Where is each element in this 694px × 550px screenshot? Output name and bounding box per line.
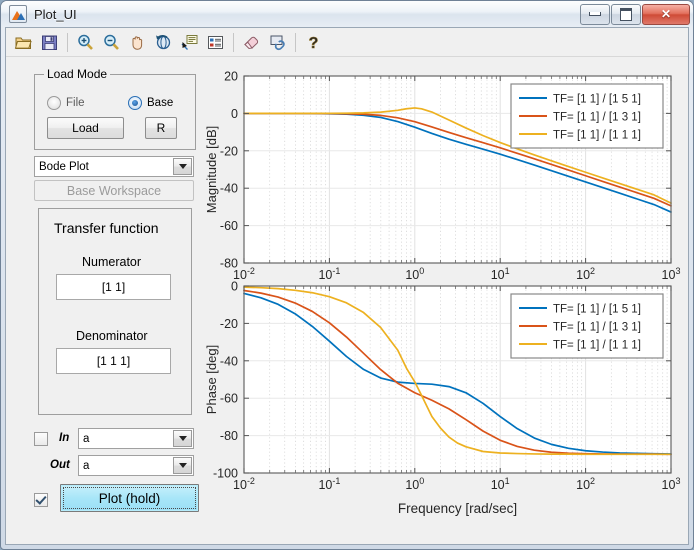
plot-area: 10-2 10-1 100 101 102 103 20 0 -20 -40 -60 -80 Magni… [199,58,686,542]
focus-outline [63,487,196,509]
r-button[interactable]: R [145,117,177,139]
plot-type-select[interactable]: Bode Plot [34,156,194,177]
phase-legend: TF= [1 1] / [1 5 1] TF= [1 1] / [1 3 1] TF… [510,293,664,359]
maximize-button[interactable] [611,3,641,25]
svg-text:-40: -40 [220,354,238,368]
legend-label: TF= [1 1] / [1 1 1] [553,340,641,352]
base-workspace-button: Base Workspace [34,180,194,201]
phase-ylabel: Phase [deg] [204,345,219,414]
rotate-3d-icon[interactable] [151,30,176,55]
out-select-value: a [83,459,90,472]
link-data-icon[interactable] [265,30,290,55]
magnitude-legend: TF= [1 1] / [1 5 1] TF= [1 1] / [1 3 1] TF… [510,83,664,149]
application-window: Plot_UI ✕ ? Load Mode File Base Load R B… [0,0,694,550]
data-cursor-icon[interactable] [177,30,202,55]
figure-toolbar: ? [6,28,688,57]
svg-text:-20: -20 [220,317,238,331]
svg-text:-60: -60 [220,219,238,233]
close-icon: ✕ [660,7,672,21]
svg-text:-80: -80 [220,257,238,271]
app-logo-icon [9,5,27,23]
svg-text:103: 103 [662,266,681,282]
save-icon[interactable] [37,30,62,55]
svg-text:101: 101 [491,266,510,282]
toolbar-separator [233,32,234,52]
numerator-input[interactable]: [1 1] [56,274,171,300]
svg-text:101: 101 [491,476,510,492]
in-checkbox[interactable] [34,432,48,446]
phase-axes: 10-2 10-1 100 101 102 1030-20-40-60-80-100Pha… [204,280,680,517]
svg-text:?: ? [309,35,319,52]
svg-text:100: 100 [405,476,424,492]
radio-base[interactable]: Base [128,96,173,110]
bode-plot-svg: 10-2 10-1 100 101 102 103200-20-40-60-80Magni… [204,70,680,517]
toolbar-separator [67,32,68,52]
legend-label: TF= [1 1] / [1 5 1] [553,94,641,106]
hold-checkbox[interactable] [34,493,48,507]
window-title: Plot_UI [34,6,77,22]
radio-base-label: Base [147,97,174,109]
radio-file-label: File [66,97,85,109]
toolbar-separator [295,32,296,52]
plot-type-value: Bode Plot [39,160,89,173]
title-bar: Plot_UI ✕ [1,1,693,27]
svg-text:102: 102 [576,476,595,492]
minimize-button[interactable] [580,3,610,25]
maximize-icon [620,7,632,21]
radio-file-indicator [47,96,61,110]
magnitude-axes: 10-2 10-1 100 101 102 103200-20-40-60-80Magni… [204,70,680,283]
in-select-value: a [83,432,90,445]
legend-label: TF= [1 1] / [1 3 1] [553,322,641,334]
plot-hold-button[interactable]: Plot (hold) [60,484,199,512]
denominator-label: Denominator [76,329,148,343]
window-controls: ✕ [579,3,690,25]
brush-icon[interactable] [239,30,264,55]
svg-text:102: 102 [576,266,595,282]
transfer-function-title: Transfer function [54,220,159,236]
svg-text:0: 0 [231,280,238,294]
svg-text:-20: -20 [220,144,238,158]
svg-text:103: 103 [662,476,681,492]
svg-text:-100: -100 [213,467,238,481]
svg-text:0: 0 [231,107,238,121]
phase-xlabel: Frequency [rad/sec] [398,501,517,516]
in-select[interactable]: a [78,428,194,449]
svg-text:20: 20 [224,70,238,84]
legend-icon[interactable] [203,30,228,55]
zoom-out-icon[interactable] [99,30,124,55]
pan-icon[interactable] [125,30,150,55]
zoom-in-icon[interactable] [73,30,98,55]
transfer-function-group [38,208,192,415]
svg-text:10-1: 10-1 [318,476,340,492]
in-label: In [59,432,70,444]
minimize-icon [589,12,601,16]
denominator-input[interactable]: [1 1 1] [56,348,171,374]
chevron-down-icon [173,430,192,447]
window-client-area: ? Load Mode File Base Load R Bode Plot B… [5,27,689,545]
chevron-down-icon [173,457,192,474]
magnitude-ylabel: Magnitude [dB] [204,126,219,213]
load-mode-title: Load Mode [44,67,111,81]
svg-text:10-1: 10-1 [318,266,340,282]
svg-text:-80: -80 [220,429,238,443]
numerator-label: Numerator [82,255,142,269]
radio-base-indicator [128,96,142,110]
help-icon[interactable]: ? [301,30,326,55]
open-file-icon[interactable] [11,30,36,55]
close-button[interactable]: ✕ [642,3,690,25]
svg-text:-60: -60 [220,392,238,406]
svg-text:-40: -40 [220,182,238,196]
load-button[interactable]: Load [47,117,124,139]
legend-label: TF= [1 1] / [1 3 1] [553,112,641,124]
legend-label: TF= [1 1] / [1 5 1] [553,304,641,316]
out-label: Out [50,459,70,471]
out-select[interactable]: a [78,455,194,476]
legend-label: TF= [1 1] / [1 1 1] [553,130,641,142]
svg-text:100: 100 [405,266,424,282]
radio-file[interactable]: File [47,96,85,110]
chevron-down-icon [173,158,192,175]
